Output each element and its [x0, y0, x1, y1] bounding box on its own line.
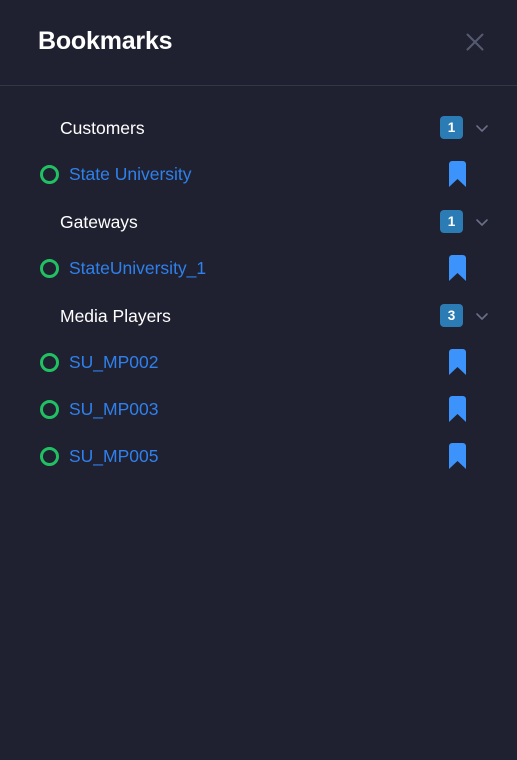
group-header-gateways[interactable]: Gateways 1 — [0, 198, 517, 245]
list-item-label: State University — [69, 164, 192, 184]
bookmark-filled-icon — [447, 396, 468, 423]
bookmark-filled-icon — [447, 255, 468, 282]
group-meta: 1 — [440, 198, 491, 245]
status-badge: 1 — [440, 116, 463, 139]
bookmark-toggle[interactable] — [446, 151, 468, 198]
list-item[interactable]: SU_MP003 — [0, 386, 517, 433]
group-meta: 3 — [440, 292, 491, 339]
list-item-label: StateUniversity_1 — [69, 258, 207, 278]
list-item-label: SU_MP003 — [69, 399, 159, 419]
chevron-down-icon[interactable] — [473, 119, 491, 137]
list-item-label: SU_MP005 — [69, 446, 159, 466]
group-title: Customers — [60, 117, 145, 138]
bookmarks-panel: Bookmarks Customers 1 State University G… — [0, 0, 517, 760]
chevron-down-icon[interactable] — [473, 307, 491, 325]
status-online-icon — [40, 353, 59, 372]
status-online-icon — [40, 447, 59, 466]
list-item[interactable]: State University — [0, 151, 517, 198]
bookmark-toggle[interactable] — [446, 433, 468, 480]
list-item[interactable]: SU_MP005 — [0, 433, 517, 480]
status-online-icon — [40, 259, 59, 278]
group-title: Media Players — [60, 305, 171, 326]
status-badge: 3 — [440, 304, 463, 327]
bookmark-toggle[interactable] — [446, 386, 468, 433]
bookmarks-tree: Customers 1 State University Gateways 1 … — [0, 86, 517, 760]
tree-group: Gateways 1 StateUniversity_1 — [0, 198, 517, 292]
list-item[interactable]: StateUniversity_1 — [0, 245, 517, 292]
list-item[interactable]: SU_MP002 — [0, 339, 517, 386]
group-header-customers[interactable]: Customers 1 — [0, 104, 517, 151]
bookmark-filled-icon — [447, 443, 468, 470]
status-badge: 1 — [440, 210, 463, 233]
status-online-icon — [40, 165, 59, 184]
tree-group: Media Players 3 SU_MP002 SU_MP003 SU_MP0… — [0, 292, 517, 480]
group-meta: 1 — [440, 104, 491, 151]
close-icon — [462, 29, 488, 55]
bookmark-filled-icon — [447, 349, 468, 376]
group-title: Gateways — [60, 211, 138, 232]
close-button[interactable] — [459, 26, 491, 58]
group-header-media-players[interactable]: Media Players 3 — [0, 292, 517, 339]
tree-group: Customers 1 State University — [0, 104, 517, 198]
status-online-icon — [40, 400, 59, 419]
list-item-label: SU_MP002 — [69, 352, 159, 372]
bookmark-filled-icon — [447, 161, 468, 188]
page-title: Bookmarks — [38, 27, 173, 55]
panel-header: Bookmarks — [0, 0, 517, 86]
bookmark-toggle[interactable] — [446, 245, 468, 292]
chevron-down-icon[interactable] — [473, 213, 491, 231]
bookmark-toggle[interactable] — [446, 339, 468, 386]
